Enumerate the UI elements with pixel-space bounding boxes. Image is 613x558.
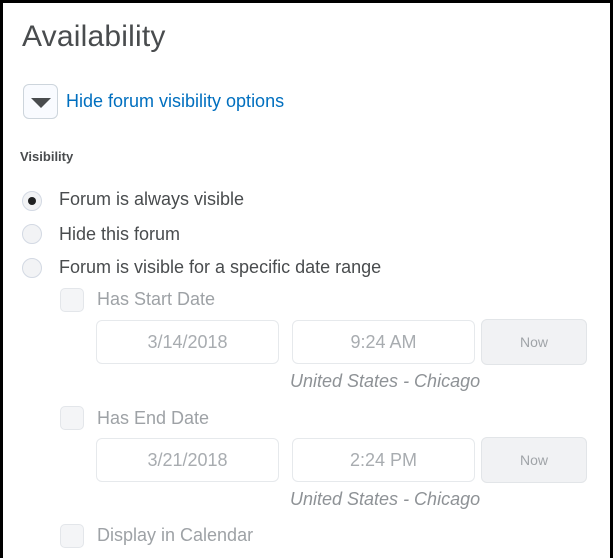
toggle-visibility-link[interactable]: Hide forum visibility options xyxy=(66,91,284,112)
end-timezone: United States - Chicago xyxy=(290,489,481,509)
display-in-calendar-checkbox[interactable] xyxy=(60,524,84,548)
radio-always-visible[interactable] xyxy=(22,191,42,211)
toggle-visibility-button[interactable] xyxy=(23,84,58,119)
radio-date-range-label[interactable]: Forum is visible for a specific date ran… xyxy=(59,257,381,278)
radio-hide-forum[interactable] xyxy=(22,224,42,244)
has-end-date-label[interactable]: Has End Date xyxy=(97,408,209,429)
start-date-input[interactable]: 3/14/2018 xyxy=(96,320,279,364)
end-time-input[interactable]: 2:24 PM xyxy=(292,438,475,482)
start-timezone: United States - Chicago xyxy=(290,371,481,391)
start-time-input[interactable]: 9:24 AM xyxy=(292,320,475,364)
start-now-button[interactable]: Now xyxy=(481,319,587,365)
visibility-label: Visibility xyxy=(20,149,74,164)
has-start-date-label[interactable]: Has Start Date xyxy=(97,289,215,310)
radio-selected-dot xyxy=(28,197,36,205)
radio-hide-forum-label[interactable]: Hide this forum xyxy=(59,224,180,245)
radio-always-visible-label[interactable]: Forum is always visible xyxy=(59,189,244,210)
end-now-button[interactable]: Now xyxy=(481,437,587,483)
radio-date-range[interactable] xyxy=(22,258,42,278)
caret-down-icon xyxy=(31,98,51,108)
has-start-date-checkbox[interactable] xyxy=(60,288,84,312)
end-date-input[interactable]: 3/21/2018 xyxy=(96,438,279,482)
display-in-calendar-label[interactable]: Display in Calendar xyxy=(97,525,253,546)
has-end-date-checkbox[interactable] xyxy=(60,406,84,430)
section-title: Availability xyxy=(22,20,166,53)
